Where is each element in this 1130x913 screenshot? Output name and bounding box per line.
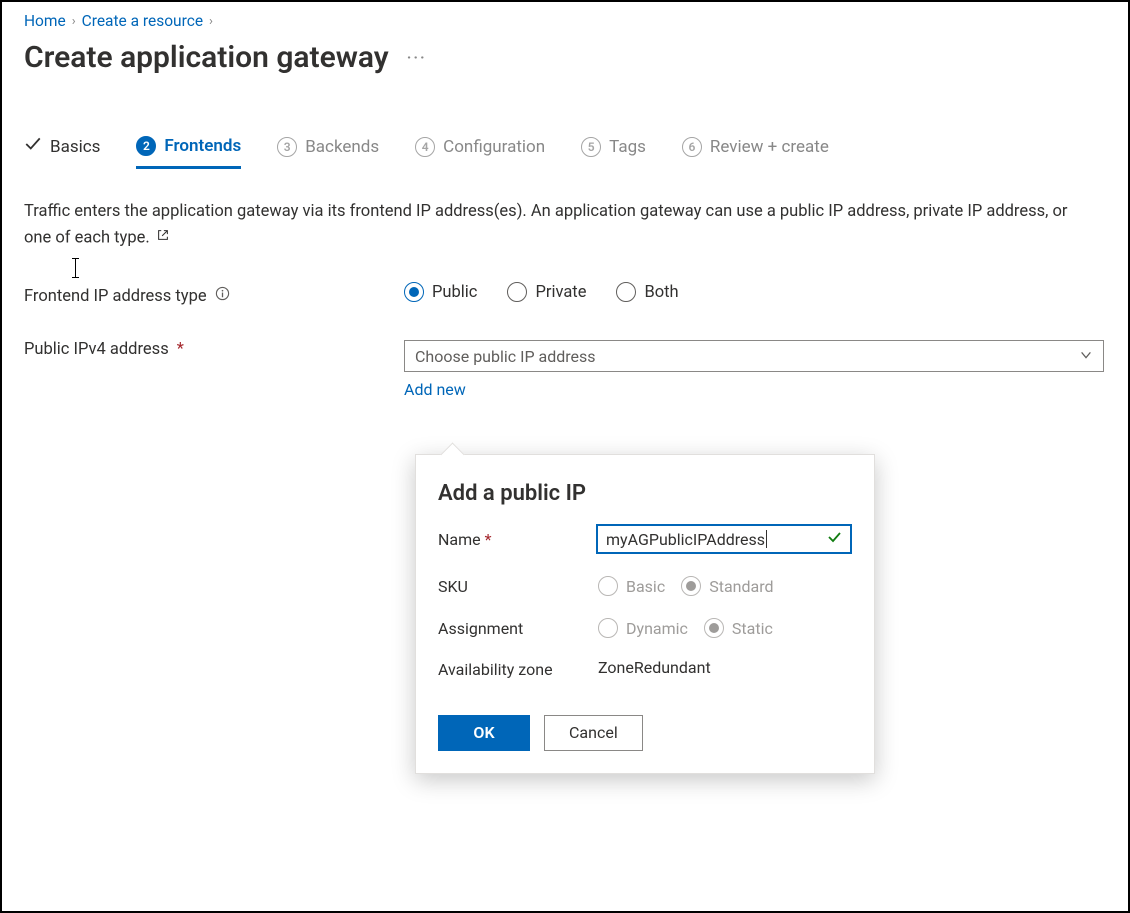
cancel-button[interactable]: Cancel (544, 715, 643, 751)
text-cursor-icon (75, 258, 76, 278)
radio-both-label: Both (644, 283, 678, 302)
availability-zone-value: ZoneRedundant (598, 658, 711, 677)
page-title-text: Create application gateway (24, 40, 389, 75)
tab-tags[interactable]: 5 Tags (581, 131, 646, 167)
checkmark-icon (24, 135, 42, 158)
public-ip-name-input[interactable]: myAGPublicIPAddress (596, 524, 852, 554)
tab-configuration-label: Configuration (443, 137, 545, 157)
public-ip-name-value: myAGPublicIPAddress (606, 530, 765, 549)
radio-public-label: Public (432, 283, 477, 302)
chevron-down-icon (1079, 347, 1093, 366)
step-number: 4 (415, 137, 435, 157)
public-ip-address-label: Public IPv4 address * (24, 340, 404, 359)
page-title: Create application gateway ··· (24, 40, 1106, 75)
radio-assignment-static-label: Static (732, 619, 773, 638)
external-link-icon[interactable] (156, 225, 170, 251)
frontend-ip-type-radiogroup: Public Private Both (404, 282, 679, 302)
frontend-ip-type-label: Frontend IP address type (24, 286, 404, 306)
sku-label: SKU (438, 577, 598, 596)
step-number: 3 (277, 137, 297, 157)
chevron-right-icon: › (209, 14, 213, 29)
tab-review-label: Review + create (710, 137, 829, 157)
step-number: 2 (136, 136, 156, 156)
tab-configuration[interactable]: 4 Configuration (415, 131, 545, 167)
radio-both[interactable]: Both (616, 282, 678, 302)
breadcrumb: Home › Create a resource › (24, 12, 1106, 30)
radio-sku-standard: Standard (681, 576, 773, 596)
radio-circle-icon (404, 282, 424, 302)
tab-frontends-label: Frontends (164, 136, 241, 156)
ok-button[interactable]: OK (438, 715, 530, 751)
radio-assignment-static: Static (704, 618, 773, 638)
breadcrumb-home[interactable]: Home (24, 12, 66, 30)
text-caret-icon (766, 530, 767, 548)
assignment-label: Assignment (438, 619, 598, 638)
public-ip-address-label-text: Public IPv4 address (24, 340, 169, 359)
radio-circle-icon (507, 282, 527, 302)
wizard-tabs: Basics 2 Frontends 3 Backends 4 Configur… (24, 129, 1106, 169)
radio-private[interactable]: Private (507, 282, 586, 302)
tab-backends-label: Backends (305, 137, 379, 157)
tab-frontends[interactable]: 2 Frontends (136, 130, 241, 169)
radio-sku-basic: Basic (598, 576, 665, 596)
required-asterisk: * (485, 530, 492, 549)
add-public-ip-callout: Add a public IP Name * myAGPublicIPAddre… (415, 454, 875, 774)
radio-sku-standard-label: Standard (709, 577, 773, 596)
name-label: Name * (438, 530, 596, 549)
name-label-text: Name (438, 530, 481, 549)
add-new-public-ip-link[interactable]: Add new (404, 380, 1104, 399)
frontends-description-text: Traffic enters the application gateway v… (24, 202, 1068, 248)
radio-private-label: Private (535, 283, 586, 302)
validation-check-icon (826, 529, 842, 549)
radio-public[interactable]: Public (404, 282, 477, 302)
availability-zone-label: Availability zone (438, 660, 598, 681)
breadcrumb-create-resource[interactable]: Create a resource (82, 12, 203, 30)
tab-backends[interactable]: 3 Backends (277, 131, 379, 167)
step-number: 5 (581, 137, 601, 157)
step-number: 6 (682, 137, 702, 157)
radio-assignment-dynamic-label: Dynamic (626, 619, 688, 638)
radio-assignment-dynamic: Dynamic (598, 618, 688, 638)
radio-sku-basic-label: Basic (626, 577, 665, 596)
tab-basics[interactable]: Basics (24, 129, 100, 168)
tab-basics-label: Basics (50, 137, 100, 157)
required-asterisk: * (177, 340, 184, 359)
radio-circle-icon (704, 618, 724, 638)
radio-circle-icon (598, 618, 618, 638)
frontends-description: Traffic enters the application gateway v… (24, 199, 1084, 252)
radio-circle-icon (598, 576, 618, 596)
info-icon[interactable] (215, 286, 230, 306)
public-ip-address-select[interactable]: Choose public IP address (404, 340, 1104, 372)
more-actions-icon[interactable]: ··· (407, 48, 427, 67)
radio-circle-icon (616, 282, 636, 302)
radio-circle-icon (681, 576, 701, 596)
public-ip-placeholder: Choose public IP address (415, 347, 596, 366)
tab-tags-label: Tags (609, 137, 646, 157)
chevron-right-icon: › (72, 14, 76, 29)
callout-title: Add a public IP (438, 481, 852, 506)
tab-review-create[interactable]: 6 Review + create (682, 131, 829, 167)
frontend-ip-type-label-text: Frontend IP address type (24, 287, 207, 306)
